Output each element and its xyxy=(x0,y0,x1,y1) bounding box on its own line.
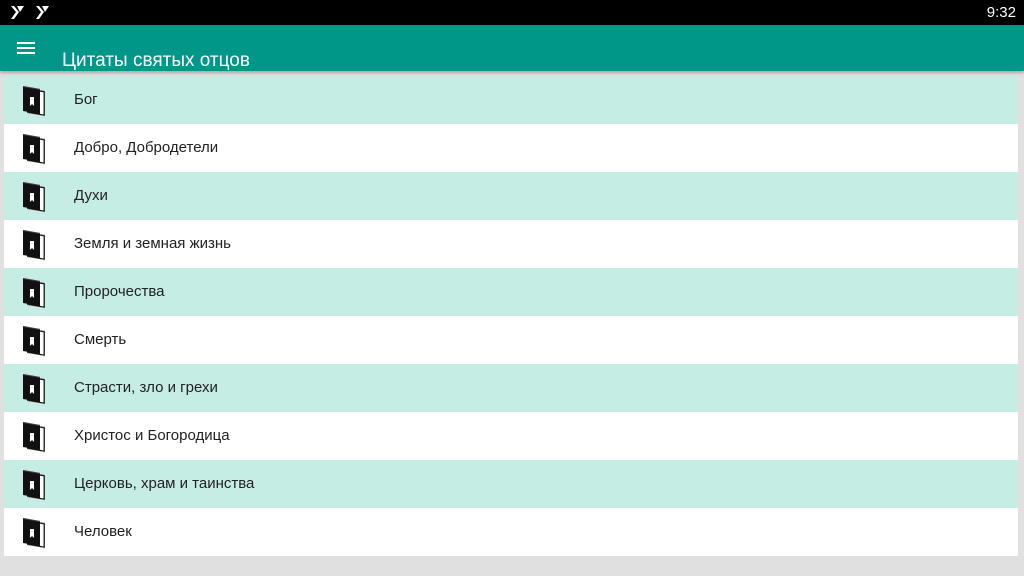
list-item-label: Духи xyxy=(74,187,108,204)
list-item[interactable]: Добро, Добродетели xyxy=(4,124,1018,172)
list-item[interactable]: Церковь, храм и таинства xyxy=(4,460,1018,508)
book-icon xyxy=(22,229,46,261)
list-item[interactable]: Человек xyxy=(4,508,1018,556)
book-icon xyxy=(22,469,46,501)
list-item-label: Церковь, храм и таинства xyxy=(74,475,255,492)
topic-list: Бог Добро, Добродетели Духи Земля и земн… xyxy=(4,76,1018,556)
list-item[interactable]: Бог xyxy=(4,76,1018,124)
list-item-label: Смерть xyxy=(74,331,127,348)
list-item[interactable]: Духи xyxy=(4,172,1018,220)
list-item[interactable]: Смерть xyxy=(4,316,1018,364)
hamburger-menu-icon[interactable] xyxy=(12,34,40,62)
book-icon xyxy=(22,421,46,453)
book-icon xyxy=(22,517,46,549)
list-item-label: Страсти, зло и грехи xyxy=(74,379,218,396)
book-icon xyxy=(22,181,46,213)
list-item-label: Добро, Добродетели xyxy=(74,139,219,156)
book-icon xyxy=(22,85,46,117)
book-icon xyxy=(22,277,46,309)
notification-app-icon xyxy=(36,6,49,19)
notification-app-icon xyxy=(11,6,24,19)
book-icon xyxy=(22,325,46,357)
list-item-label: Бог xyxy=(74,91,98,108)
app-bar: Цитаты святых отцов xyxy=(0,25,1024,71)
book-icon xyxy=(22,373,46,405)
page-title: Цитаты святых отцов xyxy=(62,49,250,71)
list-item[interactable]: Земля и земная жизнь xyxy=(4,220,1018,268)
list-item-label: Человек xyxy=(74,523,132,540)
list-item[interactable]: Пророчества xyxy=(4,268,1018,316)
list-item[interactable]: Страсти, зло и грехи xyxy=(4,364,1018,412)
list-item-label: Земля и земная жизнь xyxy=(74,235,231,252)
list-item-label: Христос и Богородица xyxy=(74,427,230,444)
status-icons xyxy=(10,5,50,20)
list-item[interactable]: Христос и Богородица xyxy=(4,412,1018,460)
list-item-label: Пророчества xyxy=(74,283,165,300)
book-icon xyxy=(22,133,46,165)
status-time: 9:32 xyxy=(986,4,1016,21)
status-bar: 9:32 xyxy=(0,0,1024,25)
